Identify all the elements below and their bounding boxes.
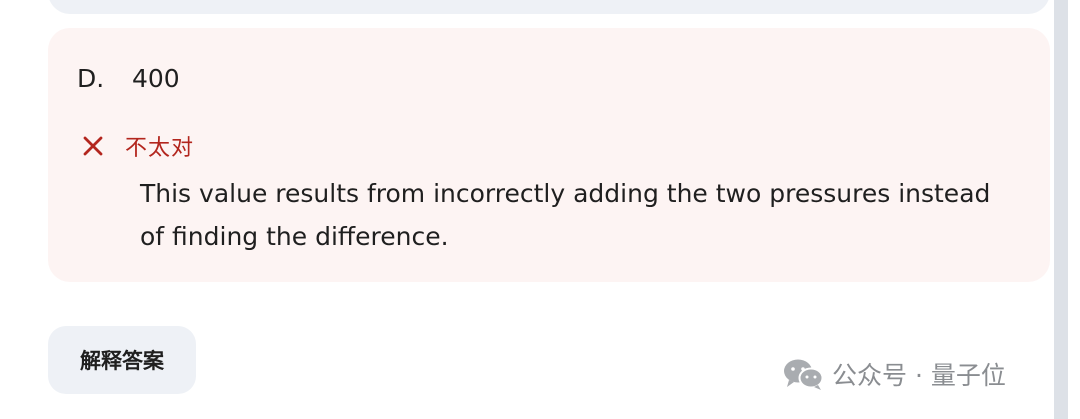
option-letter: D. (77, 64, 105, 93)
wechat-logo-icon (782, 356, 824, 392)
answer-option-card[interactable]: D. 400 不太对 This value results from incor… (48, 28, 1050, 282)
watermark-text: 公众号 · 量子位 (832, 361, 1006, 390)
feedback-status: 不太对 (125, 136, 195, 161)
feedback-header: 不太对 (82, 130, 194, 162)
watermark: 公众号 · 量子位 (782, 356, 1006, 392)
scrollbar-track[interactable] (1053, 0, 1080, 419)
feedback-explanation: This value results from incorrectly addi… (140, 179, 991, 251)
scrollbar-thumb[interactable] (1054, 0, 1068, 419)
explain-answer-button[interactable]: 解释答案 (48, 326, 196, 394)
option-value: 400 (132, 64, 180, 93)
previous-option-card (48, 0, 1050, 14)
close-icon (82, 135, 104, 157)
